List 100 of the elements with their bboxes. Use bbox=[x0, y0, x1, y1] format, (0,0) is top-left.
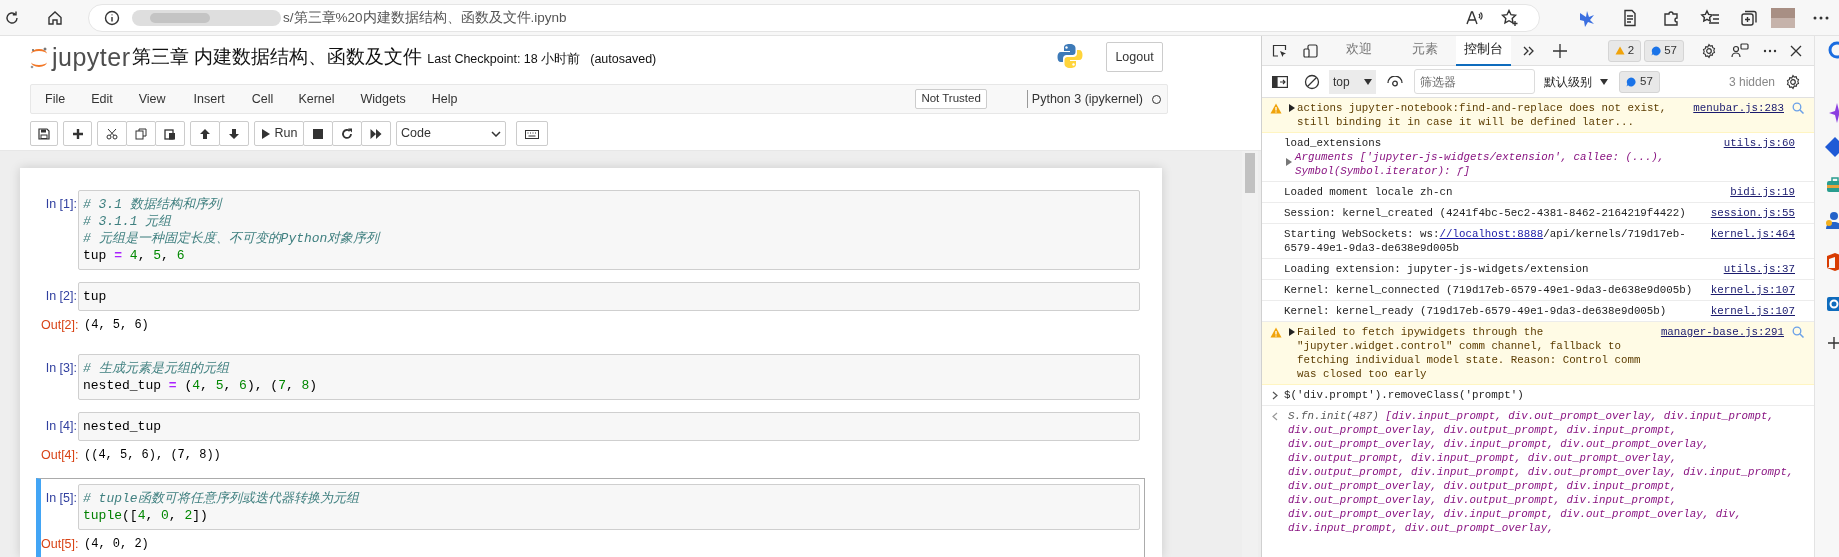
devtools-tab[interactable]: 欢迎 bbox=[1338, 35, 1380, 66]
menu-item[interactable]: Widgets bbox=[360, 89, 406, 109]
menu-item[interactable]: File bbox=[45, 89, 66, 109]
messages-filter-badge[interactable]: 57 bbox=[1619, 70, 1660, 93]
mail-icon[interactable] bbox=[1825, 294, 1839, 314]
info-icon[interactable] bbox=[104, 10, 120, 26]
keyboard-button[interactable] bbox=[516, 121, 548, 146]
code-line: tuple([4, 0, 2]) bbox=[83, 507, 209, 524]
add-icon[interactable] bbox=[1827, 336, 1839, 350]
code-editor[interactable]: # 3.1 数据结构和序列 # 3.1.1 元组 # 元组是一种固定长度、不可变的Python对象序列 tup = 4, 5, 6 bbox=[78, 190, 1140, 270]
puzzle-icon[interactable] bbox=[1662, 9, 1680, 27]
object-preview: Arguments ['jupyter-js-widgets/extension', callee: (...), Symbol(Symbol.iterator): ƒ] bbox=[1295, 150, 1666, 178]
jupyter-logo-icon bbox=[29, 46, 49, 70]
search-icon[interactable] bbox=[1792, 326, 1804, 338]
close-icon[interactable] bbox=[1790, 44, 1802, 57]
refresh-icon[interactable] bbox=[4, 10, 20, 26]
notebook-title[interactable]: 第三章 内建数据结构、函数及文件 bbox=[132, 45, 423, 69]
more-icon[interactable] bbox=[1812, 15, 1830, 21]
code-editor[interactable]: nested_tup bbox=[78, 412, 1140, 441]
expand-triangle-icon[interactable] bbox=[1289, 328, 1295, 336]
code-editor[interactable]: # tuple函数可将任意序列或迭代器转换为元组 tuple([4, 0, 2]) bbox=[78, 484, 1140, 530]
move-up-button[interactable] bbox=[190, 121, 220, 146]
cut-icon bbox=[106, 127, 118, 140]
code-line: # 3.1 数据结构和序列 bbox=[83, 196, 224, 213]
logout-button[interactable]: Logout bbox=[1106, 42, 1163, 72]
warnings-badge[interactable]: 2 bbox=[1607, 39, 1642, 62]
paste-button[interactable] bbox=[155, 121, 185, 146]
source-link[interactable]: kernel.js:107 bbox=[1710, 283, 1795, 297]
context-select[interactable]: top bbox=[1329, 69, 1376, 94]
read-aloud-icon[interactable] bbox=[1465, 10, 1483, 26]
save-button[interactable] bbox=[30, 121, 58, 146]
copy-icon bbox=[135, 127, 147, 140]
office-icon[interactable] bbox=[1825, 252, 1839, 272]
diamond-icon[interactable] bbox=[1825, 137, 1839, 157]
inspect-icon[interactable] bbox=[1272, 43, 1288, 58]
code-editor[interactable]: # 生成元素是元组的元组 nested_tup = (4, 5, 6), (7, 8) bbox=[78, 354, 1140, 400]
devtools-tab[interactable]: 元素 bbox=[1404, 35, 1446, 66]
fast-forward-button[interactable] bbox=[361, 121, 391, 146]
selected-cell[interactable]: In [5]: # tuple函数可将任意序列或迭代器转换为元组 tuple([4, 0, 2]) Out[5]: (4, 0, 2) bbox=[36, 478, 1145, 557]
source-link[interactable]: utils.js:37 bbox=[1723, 262, 1795, 276]
log-message: load_extensions bbox=[1284, 136, 1383, 150]
eye-icon[interactable] bbox=[1387, 75, 1403, 88]
python-logo-icon bbox=[1057, 43, 1083, 69]
filter-field[interactable]: 筛选器 bbox=[1414, 69, 1535, 94]
avatar[interactable] bbox=[1770, 6, 1796, 30]
source-link[interactable]: session.js:55 bbox=[1710, 206, 1795, 220]
add-favorite-icon[interactable] bbox=[1501, 9, 1519, 27]
message-icon bbox=[1626, 76, 1636, 87]
run-button[interactable]: Run bbox=[254, 121, 304, 146]
collections-icon[interactable] bbox=[1740, 9, 1758, 27]
settings-icon[interactable] bbox=[1701, 42, 1717, 59]
restart-button[interactable] bbox=[332, 121, 362, 146]
menu-item[interactable]: Insert bbox=[193, 89, 225, 109]
more-icon[interactable] bbox=[1763, 48, 1777, 53]
cut-button[interactable] bbox=[97, 121, 127, 146]
add-cell-button[interactable] bbox=[63, 121, 92, 146]
move-up-icon bbox=[199, 127, 211, 140]
menu-item[interactable]: Edit bbox=[91, 89, 113, 109]
output-text: (4, 0, 2) bbox=[83, 536, 149, 553]
code-editor[interactable]: tup bbox=[78, 282, 1140, 311]
menu-item[interactable]: Cell bbox=[251, 89, 274, 109]
sidebar-toggle-icon[interactable] bbox=[1272, 75, 1288, 88]
more-tabs-icon[interactable] bbox=[1523, 45, 1535, 56]
messages-badge[interactable]: 57 bbox=[1644, 39, 1684, 62]
source-link[interactable]: kernel.js:464 bbox=[1710, 227, 1795, 241]
search-icon[interactable] bbox=[1792, 102, 1804, 114]
code-line: # 生成元素是元组的元组 bbox=[83, 360, 231, 377]
source-link[interactable]: menubar.js:283 bbox=[1693, 101, 1784, 115]
log-message: Loading extension: jupyter-js-widgets/extension bbox=[1284, 262, 1590, 276]
device-icon[interactable] bbox=[1303, 43, 1319, 58]
url-link[interactable]: //localhost:8888 bbox=[1439, 228, 1544, 240]
menu-item[interactable]: View bbox=[138, 89, 166, 109]
home-icon[interactable] bbox=[47, 10, 63, 26]
favorites-icon[interactable] bbox=[1700, 9, 1720, 27]
checkpoint-text: Last Checkpoint: 18 小时前 bbox=[427, 51, 581, 67]
source-link[interactable]: utils.js:60 bbox=[1723, 136, 1795, 150]
add-tab-icon[interactable] bbox=[1553, 43, 1567, 58]
source-link[interactable]: manager-base.js:291 bbox=[1660, 325, 1784, 339]
devtools-tab[interactable]: 控制台 bbox=[1456, 35, 1511, 66]
toolbox-icon[interactable] bbox=[1825, 177, 1839, 193]
document-icon[interactable] bbox=[1622, 9, 1638, 27]
log-level-select[interactable]: 默认级别 bbox=[1544, 69, 1608, 94]
cell-type-select[interactable]: Code bbox=[396, 121, 506, 146]
output-prompt: Out[2]: bbox=[41, 316, 78, 334]
clear-console-icon[interactable] bbox=[1304, 73, 1320, 90]
log-message: Kernel: kernel_ready (719d17eb-6579-49e1-9da3-de638e9d005b) bbox=[1284, 304, 1668, 318]
menu-item[interactable]: Kernel bbox=[298, 89, 335, 109]
source-link[interactable]: bidi.js:19 bbox=[1730, 185, 1795, 199]
expand-triangle-icon[interactable] bbox=[1289, 104, 1295, 112]
menu-item[interactable]: Help bbox=[431, 89, 458, 109]
input-prompt: In [3]: bbox=[44, 360, 78, 377]
people-icon[interactable] bbox=[1825, 211, 1839, 229]
source-link[interactable]: kernel.js:107 bbox=[1710, 304, 1795, 318]
warning-message: Failed to fetch ipywidgets through the "jupyter.widget.control" comm channel, fallback to fetching individual model state. Reason: Control comm was closed too early bbox=[1297, 325, 1642, 381]
trust-button[interactable]: Not Trusted bbox=[915, 89, 987, 109]
move-down-button[interactable] bbox=[219, 121, 249, 146]
feedback-icon[interactable] bbox=[1731, 42, 1749, 59]
settings-icon[interactable] bbox=[1785, 73, 1801, 90]
stop-button[interactable] bbox=[303, 121, 333, 146]
address-bar[interactable]: s/第三章%20内建数据结构、函数及文件.ipynb bbox=[88, 4, 1540, 32]
